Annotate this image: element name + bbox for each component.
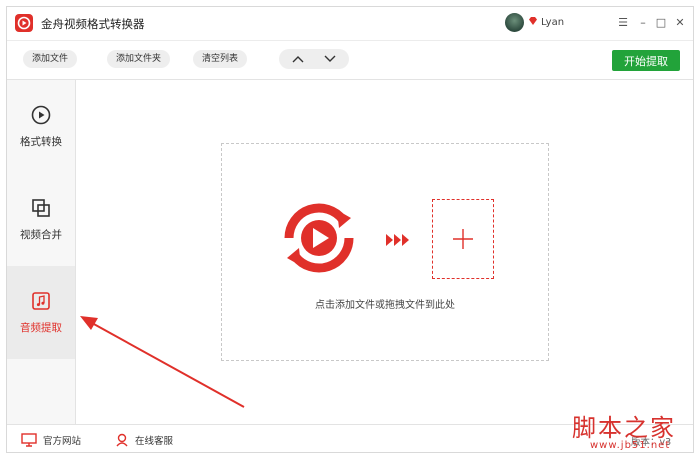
avatar[interactable] [505,13,524,32]
watermark-logo: 脚本之家 [572,414,676,442]
chevron-down-icon [324,55,336,62]
minimize-button[interactable]: – [634,13,652,31]
chevron-up-icon [292,56,304,63]
drop-hint-text: 点击添加文件或拖拽文件到此处 [315,300,455,311]
move-up-button[interactable] [281,49,315,69]
add-file-box[interactable] [432,199,494,279]
triple-arrow-icon [386,234,409,246]
app-window: 金舟视频格式转换器 Lyan ☰ – □ ✕ 添加文件 添加文件夹 清空列表 开… [6,6,694,453]
menu-icon[interactable]: ☰ [614,13,632,31]
sidebar-item-audio-extract[interactable]: 音频提取 [7,266,75,359]
close-button[interactable]: ✕ [671,13,689,31]
customer-service-icon [116,433,128,447]
sidebar: 格式转换 视频合并 音频提取 [7,80,76,424]
online-service-link[interactable]: 在线客服 [115,433,173,447]
sidebar-item-format-convert[interactable]: 格式转换 [7,80,75,173]
play-circle-icon [31,105,51,125]
watermark-url: www.jb51.net [590,440,671,451]
official-site-link[interactable]: 官方网站 [21,433,81,447]
start-extract-button[interactable]: 开始提取 [612,50,680,71]
app-title: 金舟视频格式转换器 [41,17,145,31]
move-down-button[interactable] [313,49,347,69]
sidebar-item-label: 格式转换 [20,136,62,148]
move-buttons [279,49,349,69]
plus-icon [453,229,473,249]
monitor-icon [21,433,37,447]
add-folder-button[interactable]: 添加文件夹 [107,50,171,68]
sidebar-item-label: 音频提取 [20,322,62,334]
toolbar: 添加文件 添加文件夹 清空列表 开始提取 [7,40,693,80]
clear-list-button[interactable]: 清空列表 [193,50,248,68]
app-logo-icon [15,14,33,32]
online-service-label: 在线客服 [135,436,174,447]
user-name[interactable]: Lyan [541,17,564,28]
vip-diamond-icon [529,17,537,25]
music-note-icon [32,292,50,310]
add-file-button[interactable]: 添加文件 [23,50,78,68]
official-site-label: 官方网站 [43,436,82,447]
sidebar-item-label: 视频合并 [20,229,62,241]
video-converter-logo-icon [284,203,354,273]
merge-squares-icon [32,199,50,217]
maximize-button[interactable]: □ [652,13,670,31]
file-drop-zone[interactable]: 点击添加文件或拖拽文件到此处 [221,143,549,361]
sidebar-item-video-merge[interactable]: 视频合并 [7,173,75,266]
title-bar: 金舟视频格式转换器 Lyan ☰ – □ ✕ [7,7,693,39]
